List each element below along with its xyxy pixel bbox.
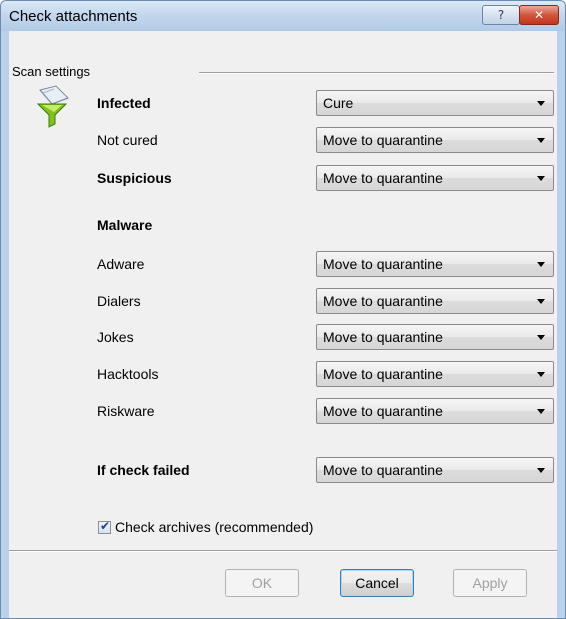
chevron-down-icon [537, 372, 545, 377]
check-archives-label[interactable]: Check archives (recommended) [115, 519, 313, 535]
select-if-check-failed-value: Move to quarantine [323, 462, 443, 478]
help-button[interactable]: ? [482, 5, 520, 25]
select-adware[interactable]: Move to quarantine [316, 251, 554, 277]
dialog-window: Check attachments ? ✕ Scan settings Infe… [0, 0, 566, 619]
label-hacktools: Hacktools [97, 366, 159, 382]
select-not-cured-value: Move to quarantine [323, 132, 443, 148]
select-not-cured[interactable]: Move to quarantine [316, 127, 554, 153]
select-suspicious-value: Move to quarantine [323, 170, 443, 186]
chevron-down-icon [537, 262, 545, 267]
checkmark-icon: ✔ [100, 518, 111, 533]
check-archives-checkbox[interactable]: ✔ [98, 518, 111, 534]
select-jokes-value: Move to quarantine [323, 329, 443, 345]
select-if-check-failed[interactable]: Move to quarantine [316, 457, 554, 483]
label-malware: Malware [97, 217, 153, 233]
ok-button[interactable]: OK [225, 569, 299, 597]
select-riskware[interactable]: Move to quarantine [316, 398, 554, 424]
label-riskware: Riskware [97, 403, 155, 419]
select-hacktools-value: Move to quarantine [323, 366, 443, 382]
chevron-down-icon [537, 335, 545, 340]
cancel-button-label: Cancel [355, 575, 399, 591]
apply-button-label: Apply [472, 575, 508, 591]
select-dialers[interactable]: Move to quarantine [316, 288, 554, 314]
window-title: Check attachments [9, 8, 138, 25]
section-header-scan-settings: Scan settings [12, 64, 91, 79]
close-icon: ✕ [533, 8, 545, 22]
select-jokes[interactable]: Move to quarantine [316, 324, 554, 350]
ok-button-label: OK [251, 575, 273, 591]
chevron-down-icon [537, 409, 545, 414]
cancel-button[interactable]: Cancel [340, 569, 414, 597]
label-jokes: Jokes [97, 329, 134, 345]
label-dialers: Dialers [97, 293, 141, 309]
chevron-down-icon [537, 176, 545, 181]
chevron-down-icon [537, 468, 545, 473]
title-bar[interactable]: Check attachments ? ✕ [1, 1, 565, 31]
select-hacktools[interactable]: Move to quarantine [316, 361, 554, 387]
footer-divider [9, 550, 557, 552]
label-infected: Infected [97, 95, 151, 111]
select-infected-value: Cure [323, 95, 354, 111]
select-infected[interactable]: Cure [316, 90, 554, 116]
label-not-cured: Not cured [97, 132, 158, 148]
apply-button[interactable]: Apply [453, 569, 527, 597]
select-suspicious[interactable]: Move to quarantine [316, 165, 554, 191]
chevron-down-icon [537, 101, 545, 106]
chevron-down-icon [537, 299, 545, 304]
label-if-check-failed: If check failed [97, 462, 190, 478]
close-button[interactable]: ✕ [519, 5, 559, 25]
mail-filter-icon [36, 85, 69, 128]
chevron-down-icon [537, 138, 545, 143]
section-divider [199, 72, 554, 74]
label-adware: Adware [97, 256, 145, 272]
check-archives-row[interactable]: ✔ Check archives (recommended) [98, 519, 313, 535]
help-icon: ? [497, 8, 505, 22]
select-riskware-value: Move to quarantine [323, 403, 443, 419]
dialog-body: Scan settings Infected Cure Not cured Mo… [9, 31, 557, 618]
select-adware-value: Move to quarantine [323, 256, 443, 272]
select-dialers-value: Move to quarantine [323, 293, 443, 309]
label-suspicious: Suspicious [97, 170, 172, 186]
